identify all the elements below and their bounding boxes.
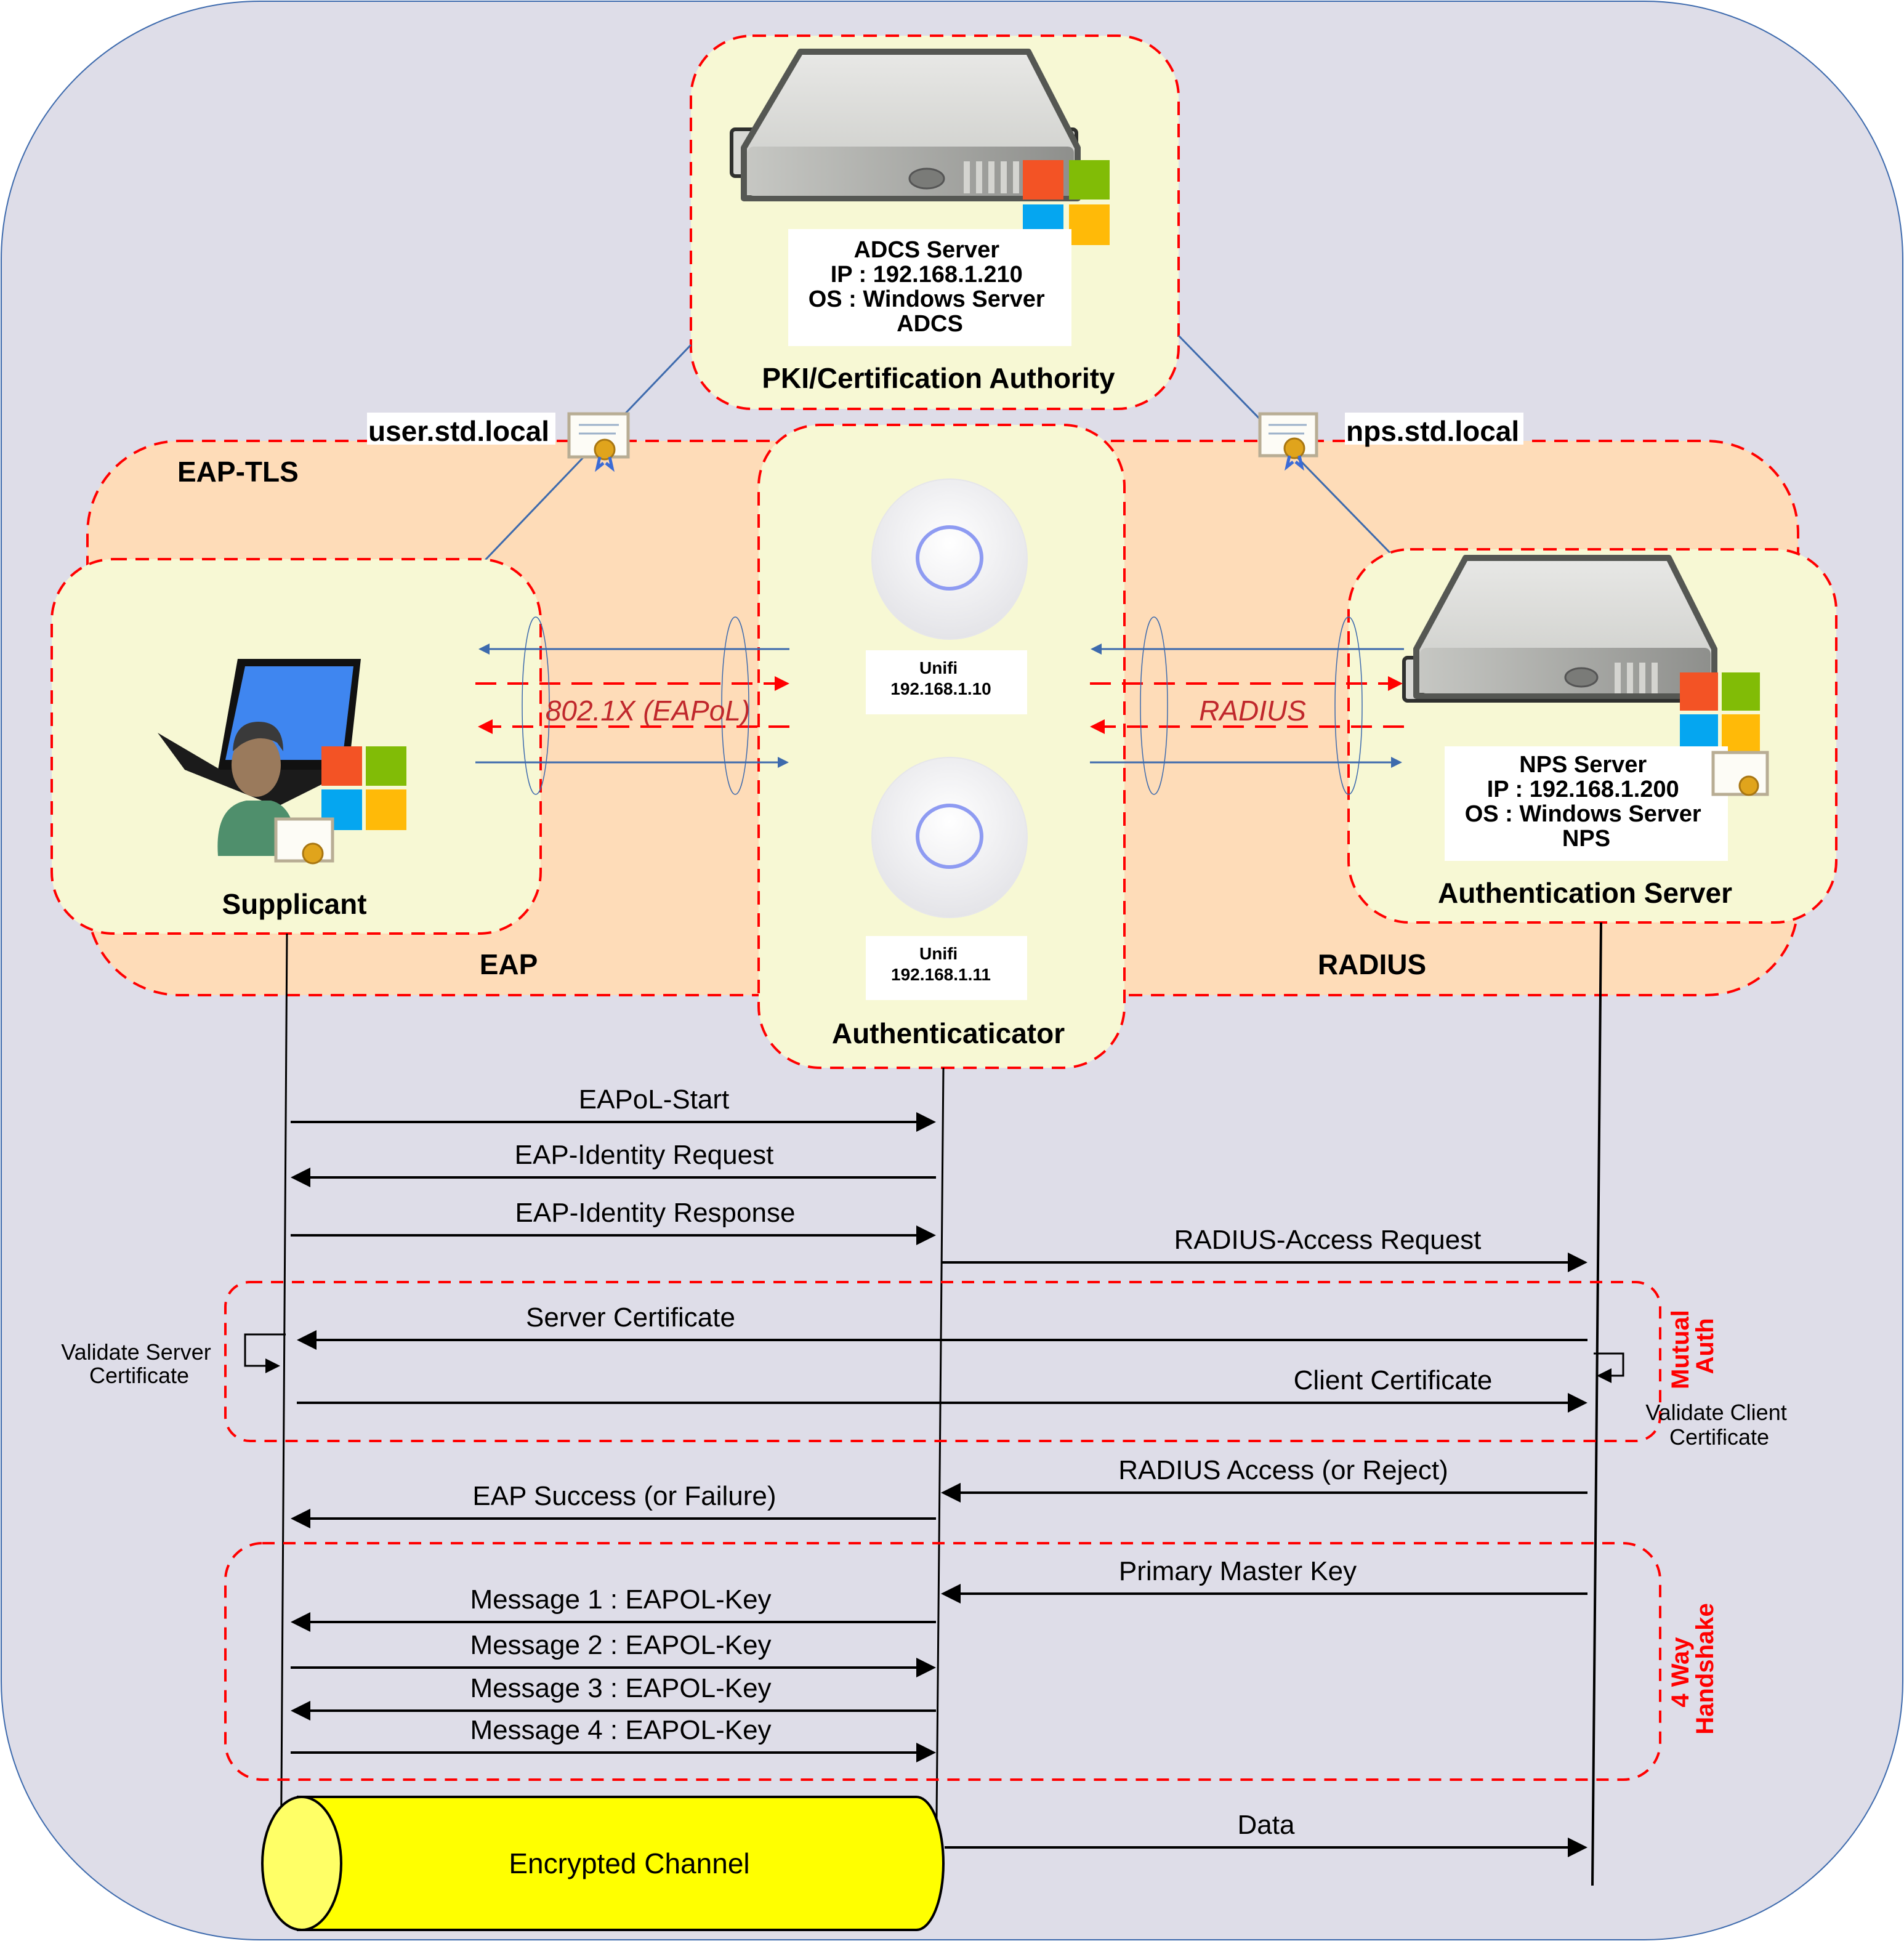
- auth-server-title: Authentication Server: [1438, 877, 1732, 909]
- message-label: Client Certificate: [1294, 1365, 1493, 1395]
- message-label: EAP-Identity Request: [515, 1140, 774, 1170]
- message-label: Data: [1238, 1810, 1295, 1840]
- message-label: Server Certificate: [526, 1302, 735, 1333]
- radius-zone-label: RADIUS: [1318, 948, 1426, 980]
- eap-tls-zone-title: EAP-TLS: [177, 456, 299, 488]
- access-point-icon: [871, 757, 1028, 918]
- access-point-icon: [871, 478, 1028, 640]
- nps-server-icon: [1402, 555, 1717, 703]
- eapol-protocol-label: 802.1X (EAPoL): [546, 695, 750, 727]
- message-label: EAP-Identity Response: [515, 1198, 796, 1228]
- supplicant-node[interactable]: Supplicant: [50, 558, 542, 935]
- message-label: RADIUS Access (or Reject): [1118, 1455, 1448, 1485]
- message-label: Message 2 : EAPOL-Key: [470, 1630, 771, 1660]
- eap-zone-label: EAP: [480, 948, 538, 980]
- user-cert-label: user.std.local: [368, 415, 549, 447]
- pki-node[interactable]: ADCS Server IP : 192.168.1.210 OS : Wind…: [690, 34, 1180, 410]
- message-label: Message 3 : EAPOL-Key: [470, 1673, 771, 1703]
- radius-protocol-label: RADIUS: [1199, 695, 1306, 727]
- message-label: Primary Master Key: [1119, 1556, 1357, 1586]
- encrypted-channel-label: Encrypted Channel: [509, 1847, 749, 1879]
- certificate-icon: [274, 817, 334, 865]
- authenticator-title: Authenticaticator: [832, 1017, 1065, 1049]
- message-label: EAP Success (or Failure): [472, 1481, 776, 1511]
- auth-server-node[interactable]: NPS Server IP : 192.168.1.200 OS : Windo…: [1347, 548, 1837, 924]
- eap-tls-diagram: EAP-TLS EAP RADIUS ADCS Server IP : 192.…: [1, 1, 1903, 1940]
- message-label: EAPoL-Start: [579, 1084, 730, 1115]
- authenticator-node[interactable]: Unifi 192.168.1.10 Unifi 192.168.1.11 Au…: [757, 424, 1126, 1069]
- nps-cert-label: nps.std.local: [1346, 415, 1519, 447]
- pki-title: PKI/Certification Authority: [762, 362, 1115, 394]
- encrypted-channel: Encrypted Channel: [261, 1796, 945, 1931]
- message-label: Message 4 : EAPOL-Key: [470, 1715, 771, 1745]
- message-label: RADIUS-Access Request: [1174, 1225, 1482, 1255]
- certificate-icon: [1711, 751, 1769, 796]
- message-label: Message 1 : EAPOL-Key: [470, 1584, 771, 1615]
- supplicant-title: Supplicant: [222, 888, 366, 920]
